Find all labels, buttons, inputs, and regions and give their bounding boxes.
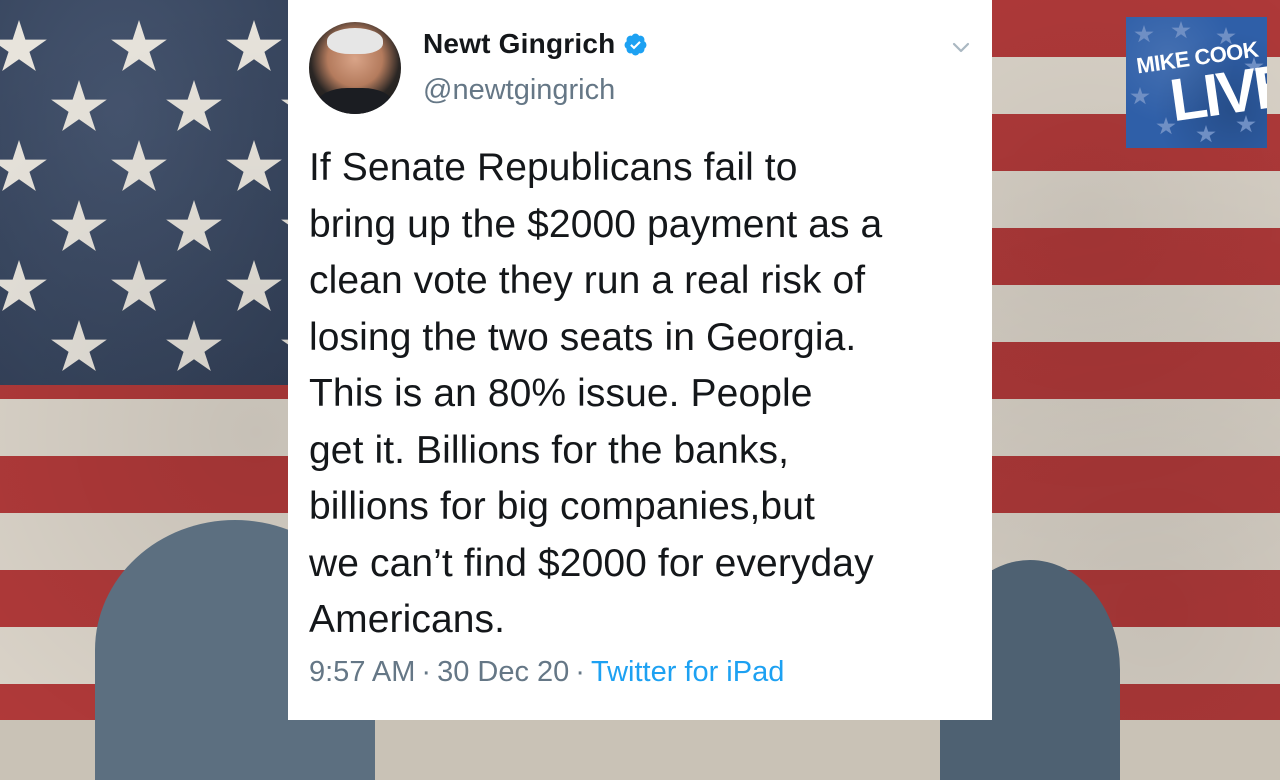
- avatar[interactable]: [309, 22, 401, 114]
- logo-star-icon: [1130, 87, 1150, 105]
- meta-separator: ·: [575, 656, 585, 688]
- avatar-hair: [327, 28, 383, 54]
- channel-logo: MIKE COOK LIVE: [1126, 17, 1267, 148]
- tweet-date[interactable]: 30 Dec 20: [437, 656, 569, 688]
- tweet-card: Newt Gingrich @newtgingrich If Senate Re…: [288, 0, 992, 720]
- tweet-meta: 9:57 AM · 30 Dec 20 · Twitter for iPad: [309, 656, 784, 689]
- verified-badge-icon: [623, 32, 648, 57]
- author-handle[interactable]: @newtgingrich: [423, 74, 615, 107]
- tweet-source-link[interactable]: Twitter for iPad: [591, 656, 784, 688]
- avatar-suit: [317, 88, 393, 114]
- tweet-text: If Senate Republicans fail to bring up t…: [309, 146, 883, 641]
- logo-star-icon: [1171, 21, 1191, 39]
- meta-separator: ·: [421, 656, 432, 688]
- tweet-time[interactable]: 9:57 AM: [309, 656, 415, 688]
- logo-star-icon: [1134, 25, 1154, 43]
- author-row: Newt Gingrich: [423, 28, 648, 60]
- author-name[interactable]: Newt Gingrich: [423, 28, 615, 60]
- logo-line2: LIVE: [1165, 50, 1267, 135]
- chevron-down-icon[interactable]: [950, 36, 972, 58]
